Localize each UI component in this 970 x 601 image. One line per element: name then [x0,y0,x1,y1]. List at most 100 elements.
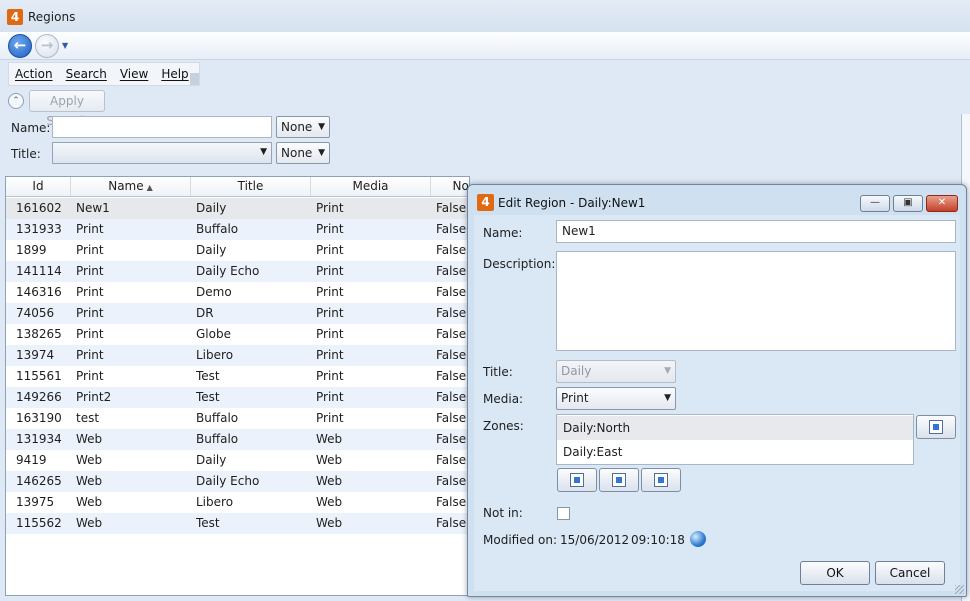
collapse-chevron-icon[interactable]: ⌃ [8,93,24,109]
cell-media: Print [316,348,344,362]
description-input[interactable] [556,251,956,351]
table-row[interactable]: 13974 Print Libero Print False [6,345,469,366]
history-dropdown-icon[interactable]: ▼ [62,41,68,50]
table-row[interactable]: 146265 Web Daily Echo Web False [6,471,469,492]
modified-time: 09:10:18 [631,533,685,547]
description-label: Description: [483,257,556,271]
not-in-checkbox[interactable] [557,507,570,520]
title-select[interactable]: Daily ▼ [556,360,676,383]
table-row[interactable]: 115562 Web Test Web False [6,513,469,534]
region-name-input[interactable]: New1 [556,220,956,243]
cell-id: 146265 [16,474,62,488]
name-filter-input[interactable] [52,116,272,138]
menu-search[interactable]: Search [66,67,107,81]
cell-name: Print [76,306,104,320]
globe-icon[interactable] [690,531,706,547]
title-select-value: Daily [561,364,592,378]
minimize-icon[interactable]: — [860,195,890,212]
zone-item[interactable]: Daily:North [557,416,913,440]
zones-list[interactable]: Daily:North Daily:East [556,414,914,465]
forward-arrow-icon[interactable]: → [35,34,59,58]
navigation-bar: ← → ▼ [0,32,970,60]
cell-not-in: False [436,411,467,425]
column-header-title[interactable]: Title [191,177,311,196]
title-filter-mode-select[interactable]: None ▼ [276,142,330,164]
table-row[interactable]: 138265 Print Globe Print False [6,324,469,345]
table-row[interactable]: 163190 test Buffalo Print False [6,408,469,429]
cell-name: Print [76,243,104,257]
column-header-name[interactable]: Name ▲ [71,177,191,196]
cell-id: 161602 [16,201,62,215]
table-row[interactable]: 115561 Print Test Print False [6,366,469,387]
cancel-button[interactable]: Cancel [875,561,945,585]
cell-id: 13974 [16,348,55,362]
remove-zone-icon [929,420,943,434]
table-row[interactable]: 161602 New1 Daily Print False [6,198,469,219]
cell-title: Daily Echo [196,474,260,488]
media-select-value: Print [561,391,589,405]
cell-name: Print [76,348,104,362]
add-zone-icon [570,473,584,487]
title-filter-select[interactable]: ▼ [52,142,272,164]
zone-item[interactable]: Daily:East [557,440,913,464]
table-row[interactable]: 9419 Web Daily Web False [6,450,469,471]
column-header-not-in[interactable]: Not In [431,177,470,196]
cell-title: Libero [196,348,234,362]
cell-media: Web [316,432,343,446]
menu-view[interactable]: View [120,67,148,81]
table-row[interactable]: 74056 Print DR Print False [6,303,469,324]
regions-grid[interactable]: Id Name▲ Title Media Not In 161602 New1 Da… [5,176,470,596]
cell-not-in: False [436,222,467,236]
cell-not-in: False [436,453,467,467]
cell-name: Web [76,453,103,467]
cell-media: Print [316,327,344,341]
cell-not-in: False [436,285,467,299]
browse-zone-button[interactable] [641,468,681,492]
column-header-id[interactable]: Id [6,177,71,196]
grid-header: Id Name▲ Title Media Not In [6,177,470,197]
chevron-down-icon: ▼ [318,122,325,132]
cell-name: Print [76,264,104,278]
table-row[interactable]: 1899 Print Daily Print False [6,240,469,261]
toolbar-grip-icon[interactable] [190,73,199,85]
menu-help[interactable]: Help [161,67,188,81]
window-titlebar: 4 Regions [0,0,970,32]
cell-title: Daily Echo [196,264,260,278]
cell-id: 131933 [16,222,62,236]
title-filter-mode-value: None [281,146,313,160]
add-zone-button[interactable] [557,468,597,492]
dialog-body: Name: New1 Description: Title: Daily ▼ M… [474,215,960,591]
maximize-icon[interactable]: ▣ [893,195,923,212]
menu-action[interactable]: Action [15,67,53,81]
name-filter-mode-select[interactable]: None ▼ [276,116,330,138]
cell-title: Buffalo [196,411,239,425]
cell-not-in: False [436,390,467,404]
cell-id: 146316 [16,285,62,299]
resize-grip-icon[interactable] [955,585,964,594]
table-row[interactable]: 131934 Web Buffalo Web False [6,429,469,450]
cell-not-in: False [436,516,467,530]
close-icon[interactable]: ✕ [926,195,958,212]
remove-zone-button[interactable] [916,415,956,439]
window-title: Regions [28,10,76,24]
title-label: Title: [483,365,513,379]
edit-zone-button[interactable] [599,468,639,492]
cell-not-in: False [436,474,467,488]
table-row[interactable]: 131933 Print Buffalo Print False [6,219,469,240]
media-select[interactable]: Print ▼ [556,387,676,410]
apply-search-button[interactable]: Apply Search [29,90,105,128]
table-row[interactable]: 149266 Print2 Test Print False [6,387,469,408]
table-row[interactable]: 13975 Web Libero Web False [6,492,469,513]
cell-name: Print2 [76,390,112,404]
back-arrow-icon[interactable]: ← [8,34,32,58]
menu-bar: Action Search View Help [8,62,200,86]
cell-name: Print [76,222,104,236]
cell-title: Buffalo [196,222,239,236]
cell-name: Print [76,369,104,383]
cell-id: 1899 [16,243,47,257]
edit-region-dialog: 4 Edit Region - Daily:New1 — ▣ ✕ Name: N… [467,184,967,597]
table-row[interactable]: 146316 Print Demo Print False [6,282,469,303]
table-row[interactable]: 141114 Print Daily Echo Print False [6,261,469,282]
column-header-media[interactable]: Media [311,177,431,196]
ok-button[interactable]: OK [800,561,870,585]
